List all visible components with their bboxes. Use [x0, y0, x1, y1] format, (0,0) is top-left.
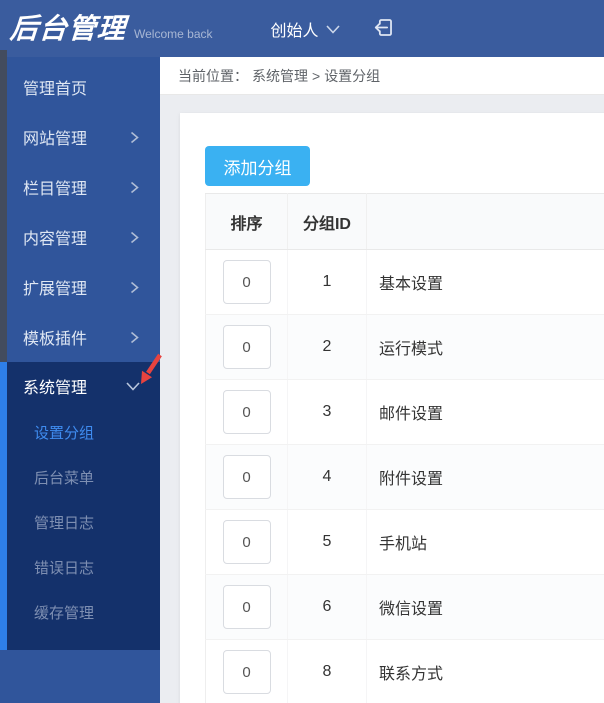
sort-input[interactable]: [222, 455, 271, 499]
column-header-name: [366, 193, 604, 250]
sidebar-subitem-label: 管理日志: [34, 515, 95, 532]
sidebar-item-label: 模板插件: [23, 331, 88, 348]
groups-table: 排序 分组ID 1 基本设置 2 运行模式 3: [205, 193, 604, 703]
sidebar-subitem-label: 缓存管理: [34, 605, 95, 622]
sidebar-item-extension[interactable]: 扩展管理: [0, 262, 160, 312]
group-id-cell: 3: [287, 379, 367, 445]
group-name-cell: 手机站: [366, 509, 604, 575]
chevron-right-icon: [129, 331, 140, 344]
group-name-cell: 基本设置: [366, 249, 604, 315]
sidebar-item-template[interactable]: 模板插件: [0, 312, 160, 362]
sidebar-item-label: 栏目管理: [23, 181, 88, 198]
sort-input[interactable]: [222, 390, 271, 434]
app-header: 后台管理 Welcome back 创始人: [0, 0, 604, 57]
add-group-button[interactable]: 添加分组: [205, 146, 310, 186]
sidebar-group-system: 系统管理 设置分组 后台菜单 管理日志 错误日志 缓存管理: [0, 362, 160, 650]
group-id-cell: 6: [287, 574, 367, 640]
chevron-right-icon: [129, 231, 140, 244]
sort-input[interactable]: [222, 585, 271, 629]
breadcrumb-page: 设置分组: [324, 67, 381, 84]
column-header-sort: 排序: [205, 193, 288, 250]
sidebar-item-website[interactable]: 网站管理: [0, 112, 160, 162]
welcome-text: Welcome back: [134, 26, 213, 41]
sort-input[interactable]: [222, 520, 271, 564]
sidebar-item-system[interactable]: 系统管理: [0, 362, 160, 410]
group-id-cell: 5: [287, 509, 367, 575]
sort-input[interactable]: [222, 260, 271, 304]
sidebar-item-label: 内容管理: [23, 231, 88, 248]
sidebar-subitem-admin-log[interactable]: 管理日志: [0, 500, 160, 545]
group-name-cell: 附件设置: [366, 444, 604, 510]
logout-button[interactable]: [372, 16, 395, 42]
group-id-cell: 4: [287, 444, 367, 510]
sidebar-subitem-label: 错误日志: [34, 560, 95, 577]
table-row: 8 联系方式: [205, 639, 604, 703]
chevron-right-icon: [129, 131, 140, 144]
user-menu[interactable]: 创始人: [271, 17, 340, 41]
breadcrumb-separator: >: [312, 67, 321, 84]
sidebar-scroll-track: [0, 50, 7, 362]
settings-group-card: 添加分组 排序 分组ID 1 基本设置 2 运行模式: [180, 113, 604, 703]
table-row: 4 附件设置: [205, 444, 604, 510]
sidebar-subitem-error-log[interactable]: 错误日志: [0, 545, 160, 590]
group-name-cell: 邮件设置: [366, 379, 604, 445]
chevron-down-icon: [325, 25, 340, 34]
user-name: 创始人: [270, 22, 319, 40]
app-logo: 后台管理: [8, 12, 128, 45]
table-header-row: 排序 分组ID: [205, 193, 604, 250]
group-id-cell: 2: [287, 314, 367, 380]
sidebar-item-label: 扩展管理: [23, 281, 88, 298]
sidebar-item-label: 系统管理: [23, 380, 88, 397]
breadcrumb-section: 系统管理: [252, 67, 308, 84]
sidebar-nav: 管理首页 网站管理 栏目管理 内容管理 扩展管理 模板插件 系统管理 设置分组 …: [0, 57, 160, 650]
logout-icon: [372, 16, 395, 42]
chevron-right-icon: [129, 281, 140, 294]
table-row: 6 微信设置: [205, 574, 604, 640]
chevron-right-icon: [129, 181, 140, 194]
group-id-cell: 1: [287, 249, 367, 315]
sidebar: 管理首页 网站管理 栏目管理 内容管理 扩展管理 模板插件 系统管理 设置分组 …: [0, 57, 160, 703]
sidebar-active-indicator: [0, 362, 7, 650]
group-name-cell: 微信设置: [366, 574, 604, 640]
table-row: 2 运行模式: [205, 314, 604, 380]
group-name-cell: 联系方式: [366, 639, 604, 703]
sidebar-item-label: 管理首页: [23, 81, 88, 98]
sidebar-subitem-cache[interactable]: 缓存管理: [0, 590, 160, 635]
sidebar-subitem-label: 设置分组: [34, 425, 95, 442]
sort-input[interactable]: [222, 650, 271, 694]
sidebar-item-content[interactable]: 内容管理: [0, 212, 160, 262]
breadcrumb: 当前位置： 系统管理 > 设置分组: [160, 57, 604, 95]
sort-input[interactable]: [222, 325, 271, 369]
sidebar-subitem-backend-menu[interactable]: 后台菜单: [0, 455, 160, 500]
group-id-cell: 8: [287, 639, 367, 703]
table-row: 3 邮件设置: [205, 379, 604, 445]
sidebar-subitem-setting-group[interactable]: 设置分组: [0, 410, 160, 455]
table-row: 1 基本设置: [205, 249, 604, 315]
breadcrumb-label: 当前位置：: [178, 67, 248, 84]
table-row: 5 手机站: [205, 509, 604, 575]
sidebar-subitem-label: 后台菜单: [34, 470, 95, 487]
sidebar-item-label: 网站管理: [23, 131, 88, 148]
chevron-down-icon: [126, 381, 140, 391]
main-content: 添加分组 排序 分组ID 1 基本设置 2 运行模式: [160, 96, 604, 703]
column-header-group-id: 分组ID: [287, 193, 367, 250]
group-name-cell: 运行模式: [366, 314, 604, 380]
sidebar-item-home[interactable]: 管理首页: [0, 62, 160, 112]
sidebar-item-column[interactable]: 栏目管理: [0, 162, 160, 212]
